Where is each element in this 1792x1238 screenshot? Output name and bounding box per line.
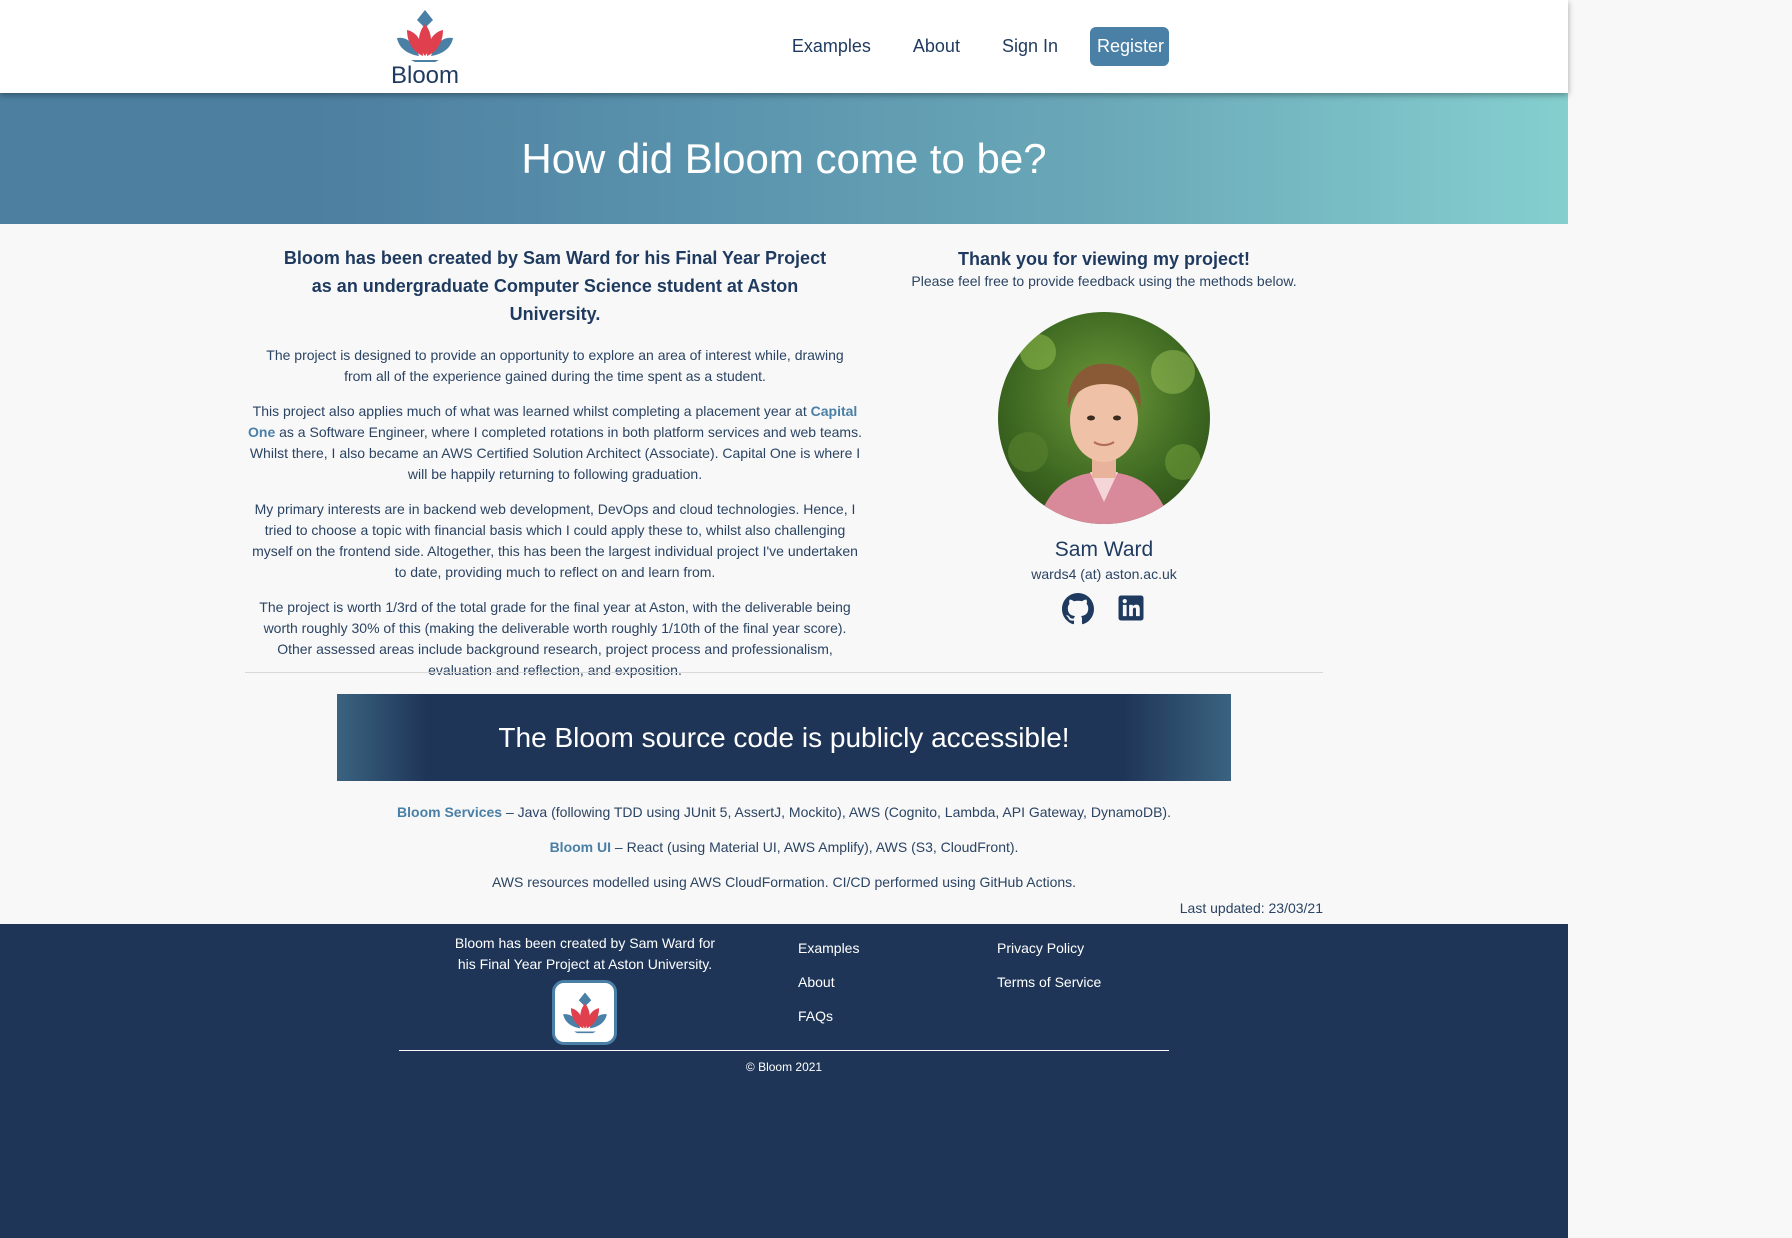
hero-banner: How did Bloom come to be?	[0, 93, 1568, 224]
nav-examples[interactable]: Examples	[771, 28, 892, 65]
footer-link-terms[interactable]: Terms of Service	[997, 974, 1101, 1008]
social-links	[890, 593, 1318, 630]
footer-links-primary: Examples About FAQs	[798, 940, 859, 1042]
footer-links-legal: Privacy Policy Terms of Service	[997, 940, 1101, 1008]
avatar	[998, 312, 1210, 524]
thanks-heading: Thank you for viewing my project!	[957, 249, 1251, 269]
github-icon[interactable]	[1062, 593, 1094, 630]
footer: Bloom has been created by Sam Ward for h…	[0, 924, 1568, 1238]
ui-description: – React (using Material UI, AWS Amplify)…	[611, 839, 1019, 855]
intro-paragraph-1: The project is designed to provide an op…	[266, 347, 844, 384]
bloom-services-link[interactable]: Bloom Services	[397, 804, 502, 820]
footer-divider	[399, 1050, 1169, 1051]
page-title: How did Bloom come to be?	[521, 135, 1047, 182]
register-button[interactable]: Register	[1090, 27, 1169, 66]
lotus-logo-icon	[562, 992, 607, 1034]
last-updated: Last updated: 23/03/21	[1179, 900, 1323, 916]
logo-text: Bloom	[390, 62, 460, 89]
profile-photo	[998, 312, 1210, 524]
main-nav: Examples About Sign In Register	[771, 27, 1169, 66]
services-line: Bloom Services – Java (following TDD usi…	[0, 804, 1568, 820]
profile-section: Thank you for viewing my project! Please…	[890, 246, 1318, 630]
footer-about: Bloom has been created by Sam Ward for h…	[454, 935, 716, 972]
bloom-ui-link[interactable]: Bloom UI	[550, 839, 611, 855]
services-description: – Java (following TDD using JUnit 5, Ass…	[502, 804, 1171, 820]
source-banner-title: The Bloom source code is publicly access…	[498, 722, 1070, 753]
nav-sign-in[interactable]: Sign In	[981, 28, 1079, 65]
intro-paragraph-2: This project also applies much of what w…	[245, 401, 865, 485]
lotus-logo-icon	[397, 10, 453, 62]
ui-line: Bloom UI – React (using Material UI, AWS…	[0, 839, 1568, 855]
intro-heading: Bloom has been created by Sam Ward for h…	[283, 248, 827, 324]
footer-link-examples[interactable]: Examples	[798, 940, 859, 974]
footer-link-about[interactable]: About	[798, 974, 859, 1008]
nav-about[interactable]: About	[892, 28, 981, 65]
bloom-logo[interactable]: Bloom	[389, 8, 461, 89]
feedback-text: Please feel free to provide feedback usi…	[911, 273, 1297, 289]
footer-link-privacy[interactable]: Privacy Policy	[997, 940, 1101, 974]
intro-paragraph-3: My primary interests are in backend web …	[252, 501, 858, 580]
footer-link-faqs[interactable]: FAQs	[798, 1008, 859, 1042]
intro-section: Bloom has been created by Sam Ward for h…	[245, 244, 865, 681]
profile-name: Sam Ward	[1054, 538, 1154, 561]
top-app-bar: Bloom Examples About Sign In Register	[0, 0, 1568, 93]
section-divider	[245, 672, 1323, 673]
profile-email: wards4 (at) aston.ac.uk	[1031, 566, 1177, 582]
intro-paragraph-4: The project is worth 1/3rd of the total …	[259, 599, 851, 678]
copyright: © Bloom 2021	[745, 1060, 823, 1074]
source-code-banner: The Bloom source code is publicly access…	[337, 694, 1231, 781]
p2-text-before: This project also applies much of what w…	[252, 403, 811, 419]
p2-text-after: as a Software Engineer, where I complete…	[249, 424, 862, 482]
linkedin-icon[interactable]	[1116, 593, 1146, 630]
footer-logo[interactable]	[552, 980, 617, 1045]
infra-line: AWS resources modelled using AWS CloudFo…	[491, 874, 1077, 890]
